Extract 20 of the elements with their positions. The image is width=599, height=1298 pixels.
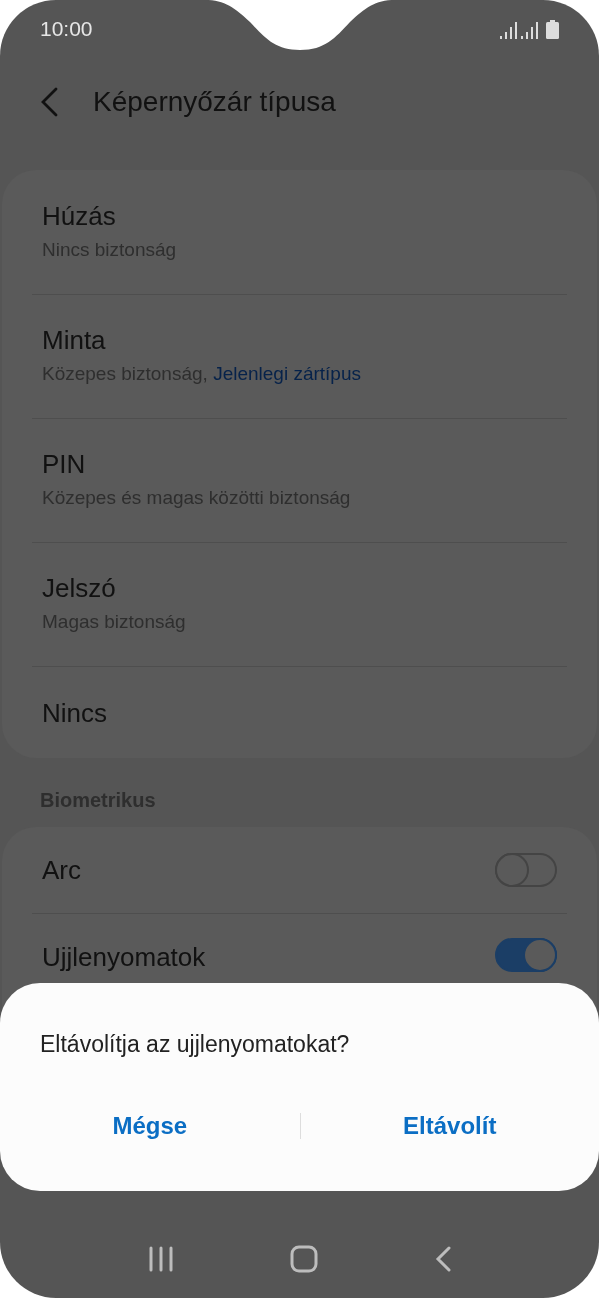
option-title[interactable]: Ujjlenyomatok <box>42 938 206 977</box>
dialog-button[interactable]: Eltávolít <box>300 1101 599 1150</box>
clock-time: 10:00 <box>40 16 93 43</box>
option-title[interactable]: Húzás <box>42 199 557 232</box>
option-title[interactable]: Minta <box>42 324 557 357</box>
back-icon[interactable] <box>40 87 58 117</box>
dialog-message: Eltávolítja az ujjlenyomatokat? <box>40 1030 351 1059</box>
option-title[interactable]: PIN <box>42 448 557 481</box>
toggle-switch[interactable] <box>495 938 557 972</box>
back-icon[interactable] <box>434 1246 451 1272</box>
recent-apps-icon[interactable] <box>148 1246 175 1272</box>
option-title[interactable]: Arc <box>42 850 81 890</box>
home-icon[interactable] <box>290 1245 319 1273</box>
dialog-button[interactable]: Mégse <box>0 1101 300 1150</box>
signal-icon <box>521 21 538 39</box>
signal-icon <box>500 21 517 39</box>
option-title[interactable]: Nincs <box>42 696 557 729</box>
battery-icon <box>546 19 559 39</box>
page-title: Képernyőzár típusa <box>93 85 336 119</box>
option-title[interactable]: Jelszó <box>42 572 557 605</box>
